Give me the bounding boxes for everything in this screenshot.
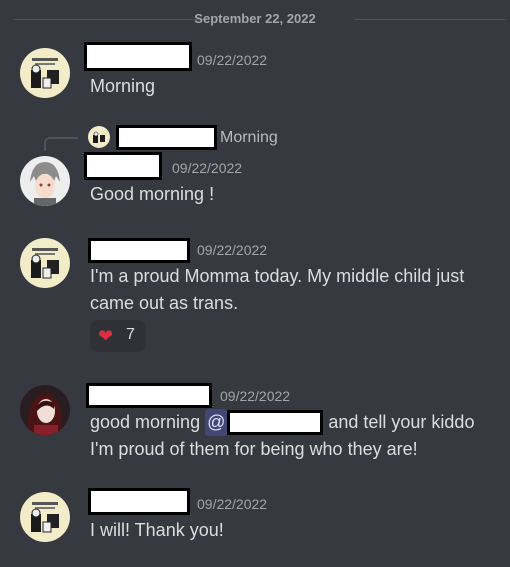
message-text-line-1: I'm a proud Momma today. My middle child… — [90, 266, 465, 286]
reaction-heart[interactable]: ❤ 7 — [90, 320, 146, 352]
timestamp: 09/22/2022 — [220, 388, 291, 404]
message-text-line-1: good morning @ and tell your kiddo — [90, 409, 474, 436]
anime-character-icon — [20, 156, 70, 206]
message-text: Good morning ! — [90, 184, 215, 204]
message-text: I will! Thank you! — [90, 520, 224, 540]
heart-icon: ❤ — [98, 326, 114, 346]
reply-avatar[interactable] — [88, 126, 110, 148]
mention-username-redacted[interactable] — [227, 410, 324, 435]
avatar-user-2[interactable] — [20, 156, 70, 206]
username-redacted[interactable] — [88, 238, 190, 263]
user-mention[interactable]: @ — [205, 409, 228, 436]
message-text-line-2: I'm proud of them for being who they are… — [90, 439, 418, 459]
profile-photo-icon — [20, 385, 70, 435]
newspaper-cartoon-icon — [88, 126, 110, 148]
reply-connector — [44, 137, 78, 151]
timestamp: 09/22/2022 — [197, 52, 268, 68]
newspaper-cartoon-icon — [20, 48, 70, 98]
avatar-user-1[interactable] — [20, 238, 70, 288]
divider-line-right — [354, 19, 506, 20]
reply-username-redacted[interactable] — [116, 125, 217, 150]
message-text-after-mention: and tell your kiddo — [323, 412, 475, 432]
newspaper-cartoon-icon — [20, 238, 70, 288]
avatar-user-3[interactable] — [20, 385, 70, 435]
timestamp: 09/22/2022 — [197, 496, 268, 512]
message-text-line-2: came out as trans. — [90, 293, 239, 313]
username-redacted[interactable] — [84, 42, 192, 71]
date-divider: September 22, 2022 — [0, 10, 510, 30]
timestamp: 09/22/2022 — [172, 160, 243, 176]
username-redacted[interactable] — [84, 152, 162, 180]
mention-at-sign: @ — [207, 412, 226, 432]
reaction-count: 7 — [126, 326, 135, 343]
message-text-before-mention: good morning — [90, 412, 206, 432]
newspaper-cartoon-icon — [20, 492, 70, 542]
reply-preview-text[interactable]: Morning — [220, 129, 278, 147]
username-redacted[interactable] — [88, 488, 190, 515]
avatar-user-1[interactable] — [20, 492, 70, 542]
avatar-user-1[interactable] — [20, 48, 70, 98]
timestamp: 09/22/2022 — [197, 242, 268, 258]
message-text: Morning — [90, 76, 156, 96]
username-redacted[interactable] — [86, 383, 212, 408]
